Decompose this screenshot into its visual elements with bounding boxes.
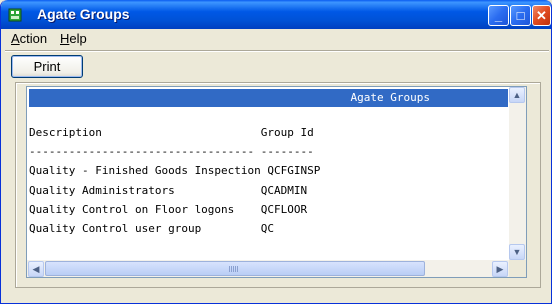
report-column-headers: Description Group Id	[29, 126, 314, 139]
scroll-up-button[interactable]: ▲	[509, 87, 525, 103]
scroll-down-button[interactable]: ▼	[509, 244, 525, 260]
scroll-right-button[interactable]: ▶	[492, 261, 508, 277]
report-viewer[interactable]: Agate Groups Description Group Id ------…	[26, 86, 527, 278]
report-rule-line: ---------------------------------- -----…	[29, 145, 314, 159]
menu-separator-highlight	[5, 51, 549, 52]
grip-icon	[229, 266, 239, 272]
maximize-button[interactable]: □	[510, 5, 531, 26]
chevron-right-icon: ▶	[496, 264, 504, 274]
menu-help[interactable]: Help	[60, 31, 87, 46]
report-row: Quality Administrators QCADMIN	[29, 183, 308, 197]
scroll-left-button[interactable]: ◀	[28, 261, 44, 277]
maximize-icon: □	[516, 8, 525, 23]
minimize-button[interactable]: _	[488, 5, 509, 26]
chevron-down-icon: ▼	[512, 247, 522, 257]
report-row: Quality Control on Floor logons QCFLOOR	[29, 202, 308, 216]
chevron-up-icon: ▲	[512, 90, 522, 100]
report-lines: Description Group Id -------------------…	[29, 126, 320, 241]
title-bar[interactable]: Agate Groups _ □ ✕	[1, 0, 551, 29]
report-row: Quality Control user group QC	[29, 221, 275, 235]
report-header-title: Agate Groups	[350, 91, 430, 104]
horizontal-scroll-thumb[interactable]	[45, 261, 425, 276]
close-icon: ✕	[536, 8, 547, 23]
report-header-bar: Agate Groups	[29, 89, 508, 107]
app-icon	[8, 8, 22, 22]
report-row: Quality - Finished Goods Inspection QCFG…	[29, 164, 321, 178]
minimize-icon: _	[494, 8, 503, 23]
print-button[interactable]: Print	[11, 55, 83, 78]
application-window: Agate Groups _ □ ✕ Action Help Print Aga…	[0, 0, 552, 304]
menu-bar: Action Help	[5, 29, 549, 49]
horizontal-scrollbar[interactable]: ◀ ▶	[27, 260, 509, 277]
menu-action[interactable]: Action	[11, 31, 47, 46]
window-title: Agate Groups	[37, 6, 130, 22]
vertical-scrollbar[interactable]: ▲ ▼	[509, 87, 526, 260]
close-button[interactable]: ✕	[532, 5, 551, 26]
scrollbar-corner	[509, 260, 526, 277]
chevron-left-icon: ◀	[32, 264, 40, 274]
